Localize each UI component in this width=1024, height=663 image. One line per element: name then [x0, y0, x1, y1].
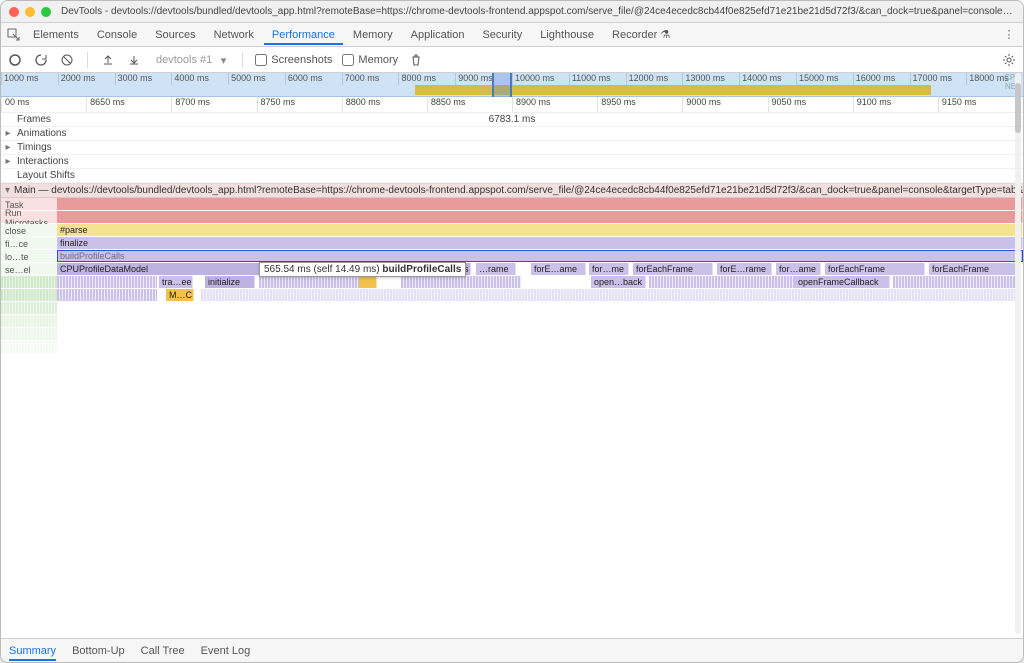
flame-bar-task[interactable] — [1, 198, 1023, 210]
more-icon[interactable]: ⋮ — [1001, 28, 1017, 41]
clear-button[interactable] — [59, 52, 75, 68]
screenshots-checkbox[interactable]: Screenshots — [255, 54, 332, 66]
flame-bar[interactable]: forE…rame — [717, 263, 772, 275]
scrollbar-thumb[interactable] — [1015, 83, 1021, 133]
flame-bar[interactable] — [359, 276, 377, 288]
tab-recorder[interactable]: Recorder ⚗ — [604, 24, 678, 45]
flame-bar[interactable]: forEachFrame — [929, 263, 1017, 275]
flame-bar-parse[interactable]: #parse — [57, 224, 1023, 236]
scrollbar[interactable] — [1015, 73, 1021, 634]
flame-noise — [57, 276, 157, 288]
flame-bar[interactable]: …rame — [476, 263, 516, 275]
flame-chart[interactable]: Task Run Microtasks #parse close finaliz… — [1, 198, 1023, 568]
perf-toolbar: devtools #1 Screenshots Memory — [1, 47, 1023, 73]
reload-record-button[interactable] — [33, 52, 49, 68]
flame-bar[interactable]: openFrameCallback — [795, 276, 890, 288]
details-tabs: Summary Bottom-Up Call Tree Event Log — [1, 638, 1023, 662]
flame-bar[interactable]: forEachFrame — [825, 263, 925, 275]
detail-ruler[interactable]: 00 ms8650 ms8700 ms 8750 ms8800 ms8850 m… — [1, 97, 1023, 113]
tab-event-log[interactable]: Event Log — [201, 641, 251, 661]
track-animations[interactable]: ▸Animations — [1, 127, 1023, 141]
flame-bar[interactable]: for…ame — [776, 263, 821, 275]
flame-bar[interactable]: open…back — [591, 276, 646, 288]
inspect-icon[interactable] — [7, 28, 23, 42]
overview-viewport-handle[interactable] — [492, 73, 512, 97]
chevron-right-icon: ▸ — [1, 142, 15, 153]
window-controls — [9, 7, 51, 17]
tab-lighthouse[interactable]: Lighthouse — [532, 25, 602, 45]
tab-network[interactable]: Network — [206, 25, 262, 45]
flask-icon: ⚗ — [660, 29, 670, 41]
tab-sources[interactable]: Sources — [147, 25, 203, 45]
track-frames[interactable]: Frames 6783.1 ms — [1, 113, 1023, 127]
flame-bar[interactable]: M…C — [166, 289, 194, 301]
tab-elements[interactable]: Elements — [25, 25, 87, 45]
tab-console[interactable]: Console — [89, 25, 145, 45]
upload-button[interactable] — [100, 52, 116, 68]
tab-memory[interactable]: Memory — [345, 25, 401, 45]
track-layout-shifts[interactable]: Layout Shifts — [1, 169, 1023, 183]
chevron-down-icon: ▾ — [5, 185, 10, 196]
flame-bar-finalize[interactable]: finalize — [57, 237, 1023, 249]
minimize-window-icon[interactable] — [25, 7, 35, 17]
flame-bar[interactable]: initialize — [205, 276, 255, 288]
cpu-overview[interactable]: 1000 ms2000 ms3000 ms 4000 ms5000 ms6000… — [1, 73, 1023, 97]
chevron-right-icon: ▸ — [1, 128, 15, 139]
flame-bar[interactable]: tra…ee — [159, 276, 193, 288]
flame-tooltip: 565.54 ms (self 14.49 ms) buildProfileCa… — [259, 262, 466, 277]
tab-bottom-up[interactable]: Bottom-Up — [72, 641, 125, 661]
tab-security[interactable]: Security — [474, 25, 530, 45]
tracks: Frames 6783.1 ms ▸Animations ▸Timings ▸I… — [1, 113, 1023, 184]
gc-button[interactable] — [408, 52, 424, 68]
tab-performance[interactable]: Performance — [264, 25, 343, 45]
main-thread-header[interactable]: ▾ Main — devtools://devtools/bundled/dev… — [1, 184, 1023, 198]
window-title: DevTools - devtools://devtools/bundled/d… — [61, 6, 1015, 17]
overview-ticks: 1000 ms2000 ms3000 ms 4000 ms5000 ms6000… — [1, 73, 1023, 85]
devtools-window: DevTools - devtools://devtools/bundled/d… — [0, 0, 1024, 663]
frames-value: 6783.1 ms — [489, 114, 536, 125]
flame-bar[interactable]: forEachFrame — [633, 263, 713, 275]
tab-summary[interactable]: Summary — [9, 641, 56, 661]
zoom-window-icon[interactable] — [41, 7, 51, 17]
settings-icon[interactable] — [1001, 52, 1017, 68]
memory-checkbox[interactable]: Memory — [342, 54, 398, 66]
flame-bar-buildprofilecalls-selected[interactable]: buildProfileCalls — [57, 250, 1023, 262]
flame-bar-microtasks[interactable] — [1, 211, 1023, 223]
flame-bar[interactable]: forE…ame — [531, 263, 586, 275]
tab-application[interactable]: Application — [403, 25, 473, 45]
flame-bar[interactable]: for…me — [589, 263, 629, 275]
tab-call-tree[interactable]: Call Tree — [141, 641, 185, 661]
titlebar: DevTools - devtools://devtools/bundled/d… — [1, 1, 1023, 23]
record-button[interactable] — [7, 52, 23, 68]
panel-tabs: Elements Console Sources Network Perform… — [1, 23, 1023, 47]
track-timings[interactable]: ▸Timings — [1, 141, 1023, 155]
chevron-right-icon: ▸ — [1, 156, 15, 167]
track-interactions[interactable]: ▸Interactions — [1, 155, 1023, 169]
recording-selector[interactable]: devtools #1 — [152, 52, 230, 68]
flame-noise — [1, 276, 57, 288]
close-window-icon[interactable] — [9, 7, 19, 17]
download-button[interactable] — [126, 52, 142, 68]
